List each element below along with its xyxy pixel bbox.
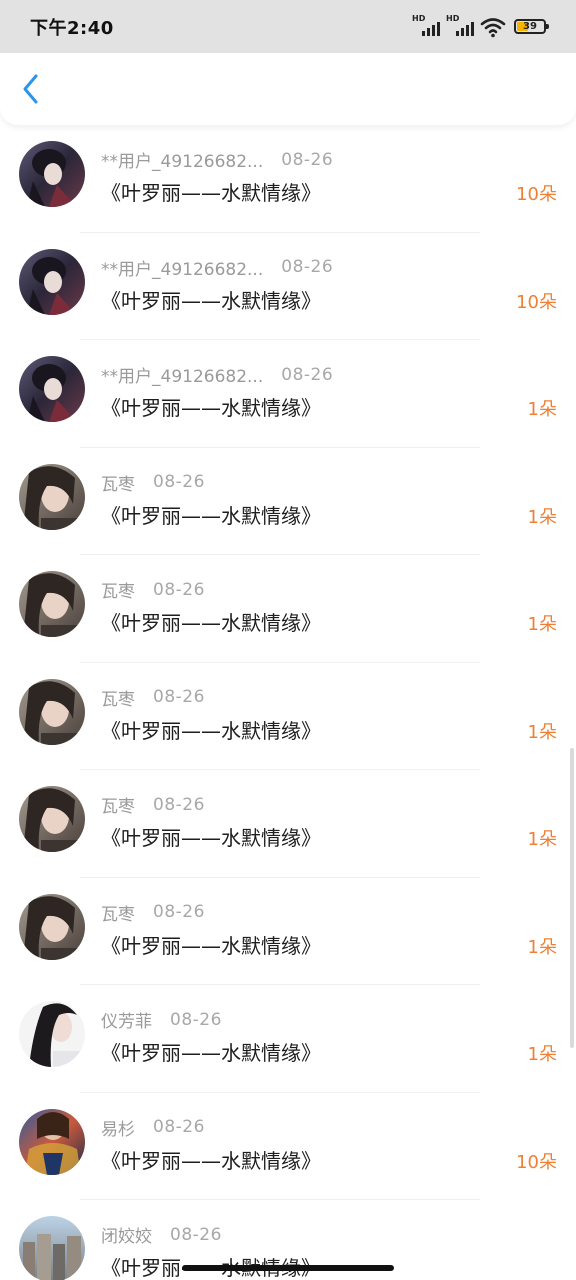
meta-line: 瓦枣 08-26 (101, 577, 205, 603)
avatar[interactable] (19, 678, 85, 745)
date: 08-26 (153, 902, 205, 922)
date: 08-26 (281, 257, 334, 277)
battery-level: 39 (523, 21, 537, 32)
date: 08-26 (153, 579, 205, 600)
avatar[interactable] (19, 1216, 85, 1280)
gift-count: 1朵 (527, 936, 557, 958)
avatar[interactable] (19, 356, 85, 422)
username: 瓦枣 (101, 582, 135, 602)
list-item[interactable]: 瓦枣 08-26 《叶罗丽——水默情缘》 1朵 (0, 448, 576, 555)
gift-count: 1朵 (527, 506, 557, 528)
battery-icon: 39 (514, 19, 549, 34)
gift-count: 1朵 (527, 614, 557, 635)
gift-count: 1朵 (527, 1044, 557, 1065)
list-item[interactable]: **用户_49126682... 08-26 《叶罗丽——水默情缘》 10朵 (0, 233, 576, 340)
gift-title: 《叶罗丽——水默情缘》 (101, 1148, 321, 1173)
gift-title: 《叶罗丽——水默情缘》 (101, 181, 321, 205)
gift-count: 1朵 (527, 829, 557, 850)
date: 08-26 (170, 1009, 222, 1030)
meta-line: 瓦枣 08-26 (101, 900, 205, 925)
status-time: 下午2:40 (30, 17, 114, 39)
username: 仪芳菲 (101, 1012, 152, 1032)
signal-icon: HD (446, 14, 474, 38)
username: 瓦枣 (101, 797, 135, 817)
username: **用户_49126682... (101, 367, 264, 387)
gift-title: 《叶罗丽——水默情缘》 (101, 826, 321, 850)
meta-line: **用户_49126682... 08-26 (101, 362, 334, 388)
meta-line: 易杉 08-26 (101, 1115, 205, 1140)
meta-line: 瓦枣 08-26 (101, 470, 205, 495)
username: 瓦枣 (101, 904, 135, 925)
scrollbar[interactable] (570, 748, 574, 1048)
username: 瓦枣 (101, 689, 135, 710)
avatar[interactable] (19, 141, 85, 207)
gift-count: 10朵 (516, 1151, 557, 1173)
date: 08-26 (170, 1224, 222, 1245)
meta-line: 闭姣姣 08-26 (101, 1222, 222, 1248)
gift-title: 《叶罗丽——水默情缘》 (101, 718, 321, 743)
gift-title: 《叶罗丽——水默情缘》 (101, 288, 321, 313)
status-bar: 下午2:40 HD HD 39 (0, 0, 576, 53)
username: 瓦枣 (101, 474, 135, 495)
gift-list[interactable]: **用户_49126682... 08-26 《叶罗丽——水默情缘》 10朵 *… (0, 125, 576, 1280)
gift-title: 《叶罗丽——水默情缘》 (101, 1041, 321, 1065)
meta-line: 瓦枣 08-26 (101, 792, 205, 818)
gift-count: 10朵 (516, 291, 557, 313)
avatar[interactable] (19, 1108, 85, 1175)
avatar[interactable] (19, 571, 85, 637)
avatar[interactable] (19, 248, 85, 315)
gift-title: 《叶罗丽——水默情缘》 (101, 503, 321, 528)
list-item[interactable]: 瓦枣 08-26 《叶罗丽——水默情缘》 1朵 (0, 555, 576, 663)
status-icons: HD HD 39 (412, 14, 549, 38)
signal-icon: HD (412, 14, 440, 38)
username: **用户_49126682... (101, 152, 264, 172)
username: 闭姣姣 (101, 1227, 152, 1247)
username: **用户_49126682... (101, 259, 264, 280)
list-item[interactable]: 瓦枣 08-26 《叶罗丽——水默情缘》 1朵 (0, 770, 576, 878)
gift-title: 《叶罗丽——水默情缘》 (101, 933, 321, 958)
date: 08-26 (153, 794, 205, 815)
meta-line: 仪芳菲 08-26 (101, 1007, 222, 1033)
list-item[interactable]: **用户_49126682... 08-26 《叶罗丽——水默情缘》 1朵 (0, 340, 576, 448)
date: 08-26 (281, 364, 334, 385)
list-item[interactable]: 瓦枣 08-26 《叶罗丽——水默情缘》 1朵 (0, 878, 576, 985)
date: 08-26 (281, 149, 334, 170)
gift-count: 1朵 (527, 721, 557, 743)
home-indicator[interactable] (182, 1265, 394, 1271)
avatar[interactable] (19, 1001, 85, 1067)
date: 08-26 (153, 472, 205, 492)
avatar[interactable] (19, 463, 85, 530)
gift-title: 《叶罗丽——水默情缘》 (101, 396, 321, 420)
list-item[interactable]: 易杉 08-26 《叶罗丽——水默情缘》 10朵 (0, 1093, 576, 1200)
list-item[interactable]: 仪芳菲 08-26 《叶罗丽——水默情缘》 1朵 (0, 985, 576, 1093)
gift-title: 《叶罗丽——水默情缘》 (101, 611, 321, 635)
wifi-icon (480, 17, 506, 37)
list-item[interactable]: **用户_49126682... 08-26 《叶罗丽——水默情缘》 10朵 (0, 125, 576, 233)
avatar[interactable] (19, 786, 85, 852)
gift-count: 1朵 (527, 399, 557, 420)
username: 易杉 (101, 1119, 135, 1140)
meta-line: **用户_49126682... 08-26 (101, 255, 333, 280)
chevron-left-icon (23, 74, 38, 104)
back-button[interactable] (0, 53, 62, 125)
date: 08-26 (153, 687, 205, 707)
date: 08-26 (153, 1117, 205, 1137)
avatar[interactable] (19, 893, 85, 960)
gift-count: 10朵 (516, 184, 557, 205)
meta-line: **用户_49126682... 08-26 (101, 147, 334, 173)
list-item[interactable]: 瓦枣 08-26 《叶罗丽——水默情缘》 1朵 (0, 663, 576, 770)
nav-bar (0, 53, 576, 125)
meta-line: 瓦枣 08-26 (101, 685, 205, 710)
